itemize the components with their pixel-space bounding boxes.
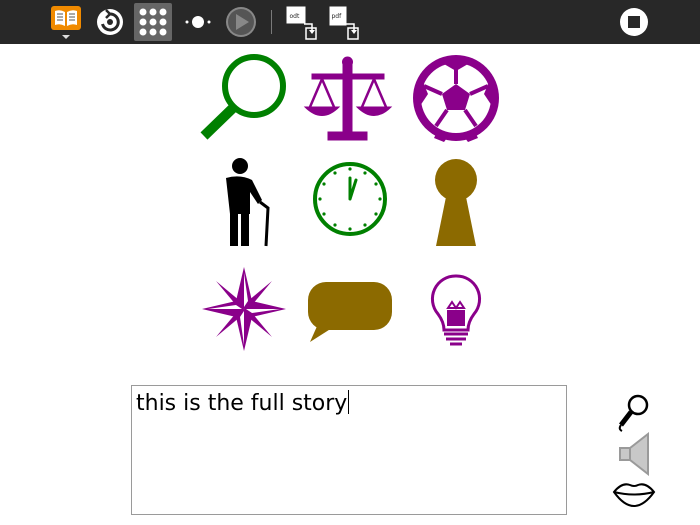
odt-label: odt bbox=[290, 13, 300, 20]
lips-icon bbox=[612, 483, 656, 508]
speak-button[interactable] bbox=[612, 478, 656, 510]
old-man-with-cane-icon bbox=[226, 158, 270, 247]
play-audio-button[interactable] bbox=[612, 432, 656, 476]
card-soccer-ball[interactable] bbox=[408, 50, 504, 146]
microphone-icon bbox=[618, 394, 649, 432]
toolbar: odt pdf bbox=[0, 0, 700, 44]
play-icon bbox=[226, 7, 256, 37]
activity-icon bbox=[51, 6, 81, 39]
stop-button[interactable] bbox=[616, 3, 652, 41]
share-icon bbox=[97, 9, 123, 35]
stop-icon bbox=[620, 8, 648, 36]
light-bulb-icon bbox=[430, 274, 482, 346]
save-as-odt-icon: odt bbox=[286, 6, 317, 40]
soccer-ball-icon bbox=[413, 55, 499, 142]
story-text-field[interactable]: this is the full story bbox=[131, 385, 567, 515]
record-button[interactable] bbox=[612, 393, 656, 433]
clock-icon bbox=[313, 162, 387, 236]
card-light-bulb[interactable] bbox=[428, 272, 484, 348]
story-grid-button[interactable] bbox=[134, 3, 172, 41]
story-text: this is the full story bbox=[136, 390, 350, 418]
play-button[interactable] bbox=[222, 3, 260, 41]
pdf-label: pdf bbox=[332, 13, 343, 20]
activity-button[interactable] bbox=[48, 3, 84, 41]
story-grid-icon bbox=[139, 8, 167, 36]
text-caret bbox=[348, 390, 350, 414]
compass-rose-icon bbox=[202, 267, 286, 351]
card-clock[interactable] bbox=[310, 158, 390, 240]
keyhole-icon bbox=[435, 159, 477, 246]
card-old-man[interactable] bbox=[210, 156, 280, 248]
dot-icon bbox=[185, 16, 211, 28]
scales-icon bbox=[303, 56, 393, 141]
speaker-icon bbox=[619, 432, 649, 476]
save-as-pdf-button[interactable]: pdf bbox=[326, 3, 362, 41]
card-magnifier[interactable] bbox=[196, 50, 292, 146]
card-scales[interactable] bbox=[300, 52, 396, 144]
save-as-pdf-icon: pdf bbox=[329, 6, 359, 40]
card-compass-rose[interactable] bbox=[200, 265, 288, 353]
card-speech-bubble[interactable] bbox=[306, 280, 396, 346]
share-button[interactable] bbox=[92, 3, 128, 41]
speech-bubble-icon bbox=[308, 282, 392, 342]
card-keyhole[interactable] bbox=[430, 158, 482, 248]
toolbar-separator bbox=[271, 10, 272, 34]
save-as-odt-button[interactable]: odt bbox=[284, 3, 320, 41]
story-text-content: this is the full story bbox=[136, 391, 348, 416]
magnifier-icon bbox=[200, 54, 286, 140]
dot-button[interactable] bbox=[182, 3, 214, 41]
